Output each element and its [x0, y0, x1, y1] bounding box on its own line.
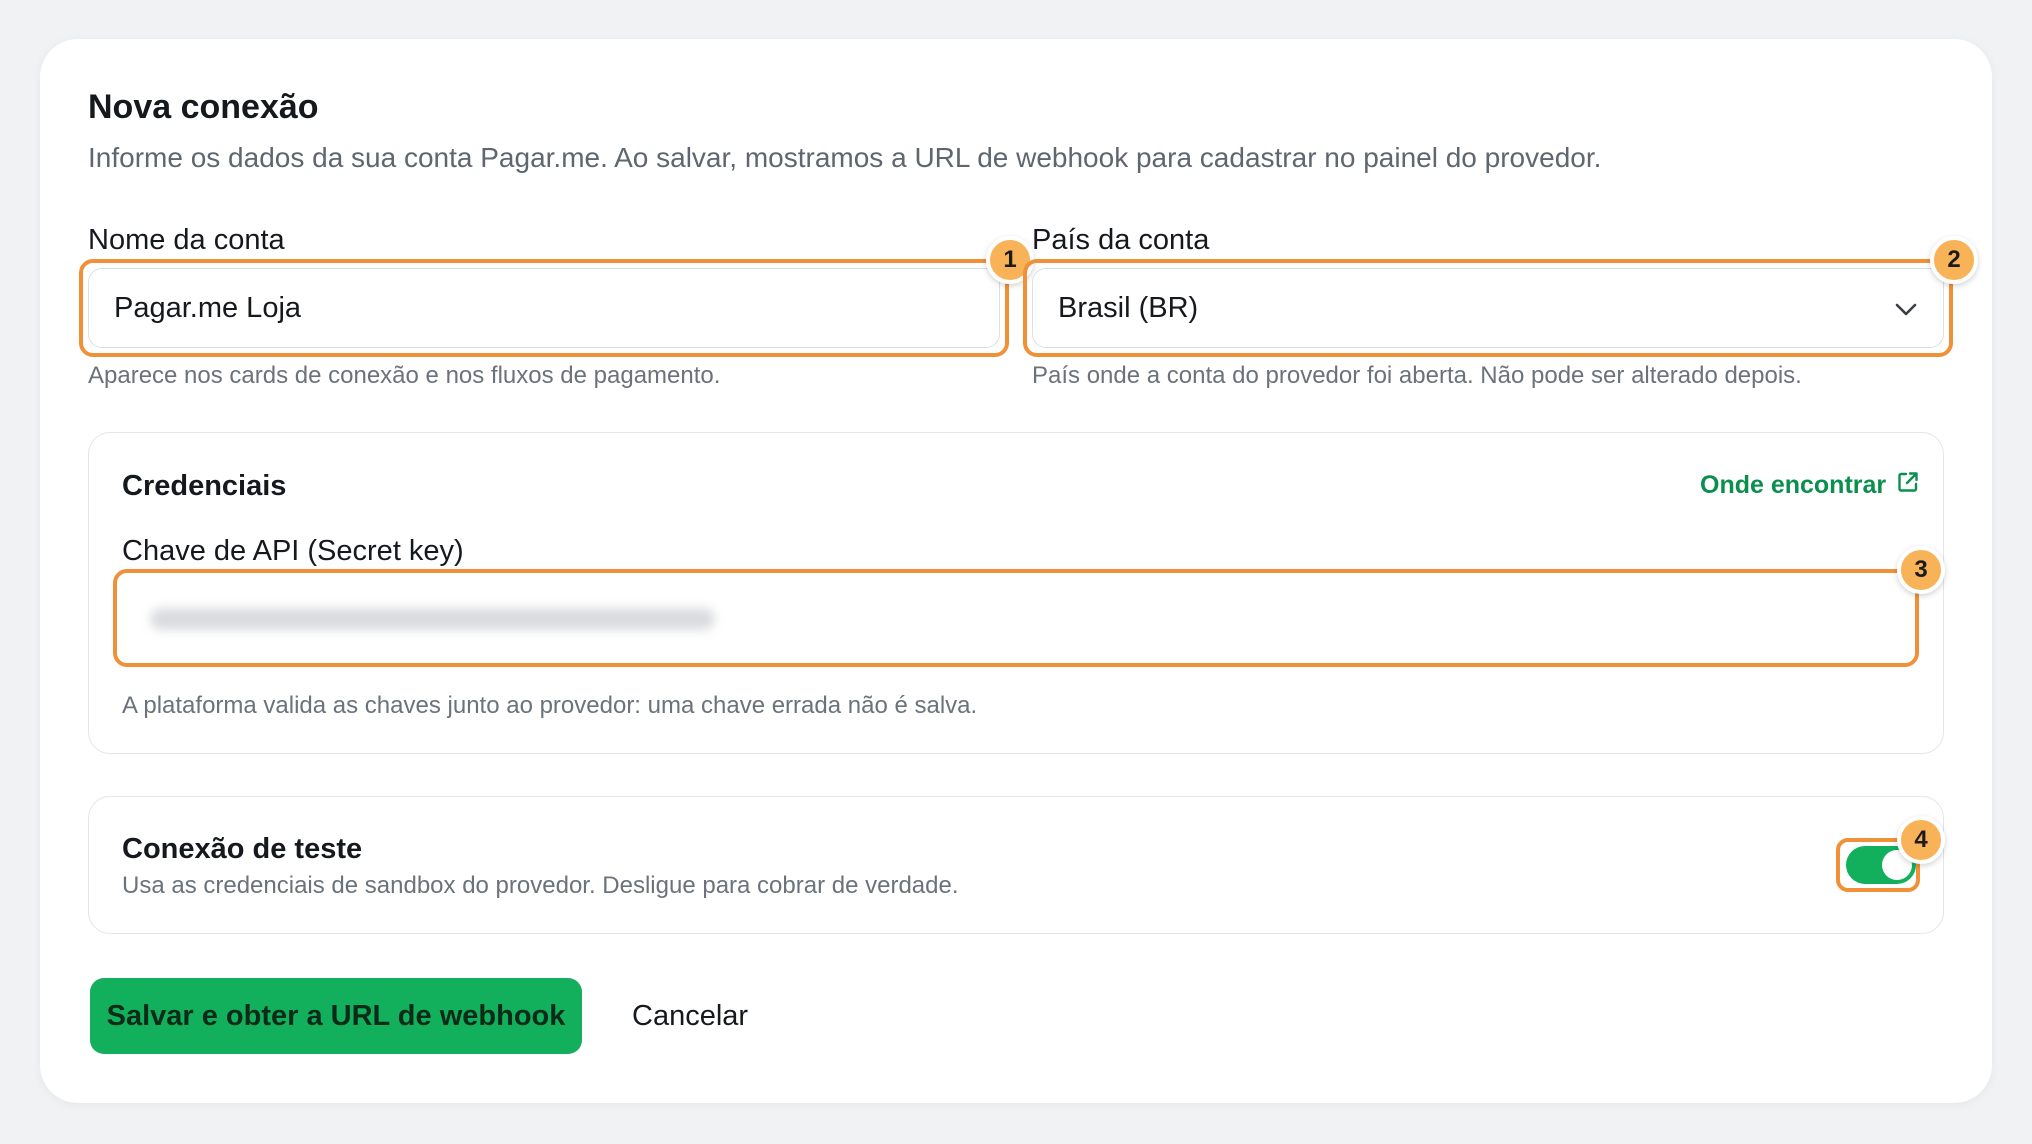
test-connection-description: Usa as credenciais de sandbox do provedo… — [122, 872, 959, 899]
chevron-down-icon — [1895, 292, 1917, 325]
test-connection-panel — [88, 796, 1944, 934]
annotation-badge-3: 3 — [1897, 546, 1945, 594]
external-link-icon — [1896, 470, 1920, 501]
where-to-find-label: Onde encontrar — [1700, 471, 1887, 499]
annotation-badge-4: 4 — [1897, 816, 1945, 864]
page-title: Nova conexão — [88, 88, 319, 126]
test-connection-title: Conexão de teste — [122, 833, 363, 865]
account-country-value: Brasil (BR) — [1058, 291, 1199, 324]
annotation-badge-1: 1 — [986, 236, 1034, 284]
page-subtitle: Informe os dados da sua conta Pagar.me. … — [88, 142, 1602, 173]
api-key-masked-value — [150, 608, 715, 630]
account-name-value: Pagar.me Loja — [114, 291, 302, 324]
save-get-webhook-button[interactable]: Salvar e obter a URL de webhook — [90, 978, 582, 1054]
api-key-label: Chave de API (Secret key) — [122, 535, 464, 567]
credentials-title: Credenciais — [122, 470, 287, 502]
annotation-badge-2: 2 — [1930, 236, 1978, 284]
account-country-label: País da conta — [1032, 224, 1210, 256]
account-name-input[interactable]: Pagar.me Loja — [88, 268, 1000, 348]
account-name-hint: Aparece nos cards de conexão e nos fluxo… — [88, 362, 721, 389]
cancel-button[interactable]: Cancelar — [632, 978, 748, 1054]
credentials-hint: A plataforma valida as chaves junto ao p… — [122, 692, 978, 719]
where-to-find-link[interactable]: Onde encontrar — [1700, 470, 1920, 501]
account-country-hint: País onde a conta do provedor foi aberta… — [1032, 362, 1802, 389]
account-name-label: Nome da conta — [88, 224, 285, 256]
account-country-select[interactable]: Brasil (BR) — [1032, 268, 1944, 348]
